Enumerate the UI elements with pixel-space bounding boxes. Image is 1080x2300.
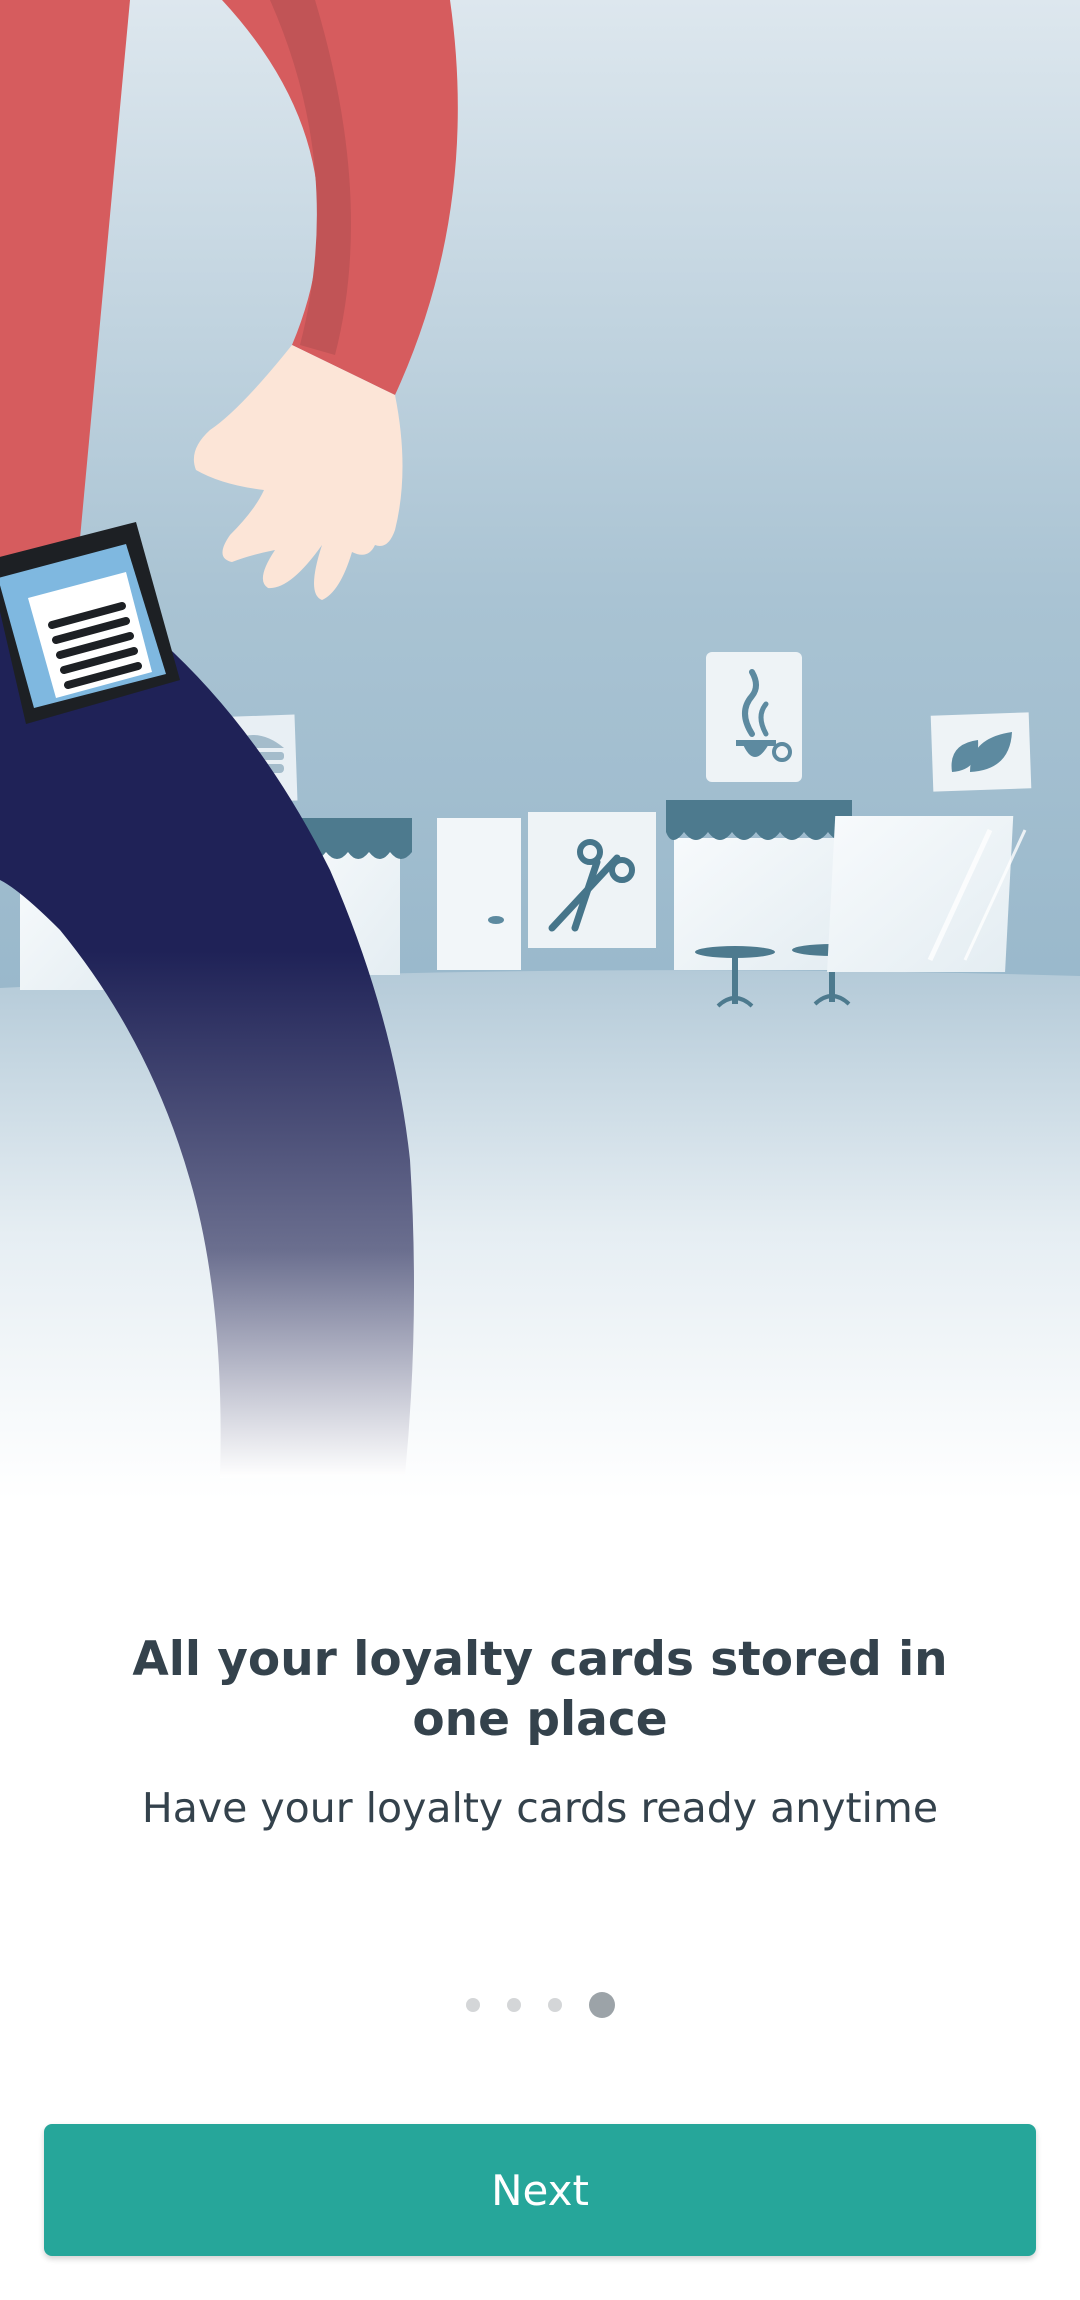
leaf-icon [930,712,1032,792]
door-icon [437,818,521,970]
coffee-cup-icon [706,652,802,782]
onboarding-illustration [0,0,1080,1500]
onboarding-title: All your loyalty cards stored in one pla… [132,1632,948,1747]
onboarding-subtitle: Have your loyalty cards ready anytime [141,1784,939,1832]
page-indicator [0,1990,1080,2020]
scissors-icon [528,812,656,948]
page-dot-3[interactable] [547,1998,562,2012]
page-dot-2[interactable] [506,1998,521,2012]
page-dot-1[interactable] [465,1998,480,2012]
page-dot-4-active[interactable] [588,1992,615,2018]
next-button[interactable]: Next [44,2124,1036,2256]
